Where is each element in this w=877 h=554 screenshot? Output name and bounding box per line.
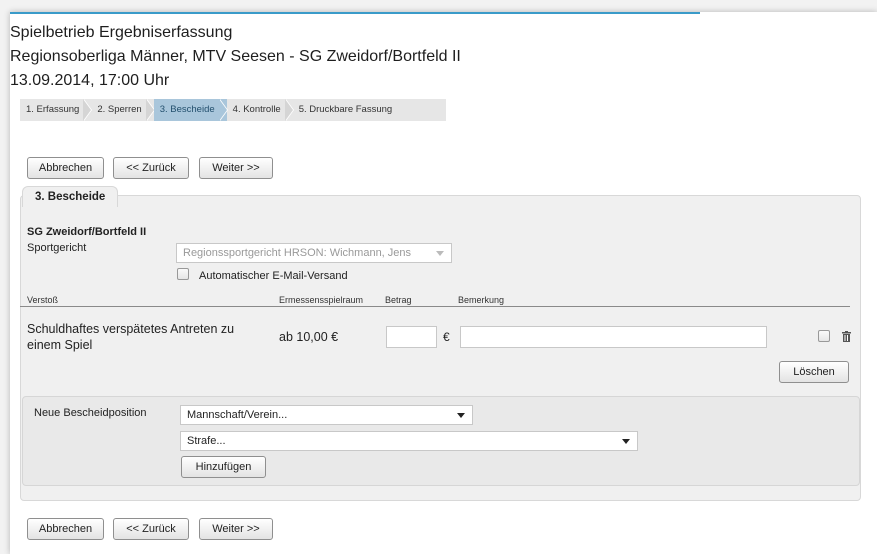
cancel-button-bottom[interactable]: Abbrechen	[27, 518, 104, 540]
delete-button[interactable]: Löschen	[779, 361, 849, 383]
step-kontrolle[interactable]: 4. Kontrolle	[227, 99, 294, 121]
add-button[interactable]: Hinzufügen	[181, 456, 266, 478]
next-button-top[interactable]: Weiter >>	[199, 157, 273, 179]
table-header-divider	[20, 306, 850, 307]
auto-email-label: Automatischer E-Mail-Versand	[199, 270, 348, 282]
step-druckbare-fassung[interactable]: 5. Druckbare Fassung	[293, 99, 404, 121]
back-button-bottom[interactable]: << Zurück	[113, 518, 189, 540]
chevron-down-icon	[457, 413, 465, 418]
next-button-bottom[interactable]: Weiter >>	[199, 518, 273, 540]
team-select[interactable]: Mannschaft/Verein...	[180, 405, 473, 425]
discretion-value: ab 10,00 €	[279, 330, 339, 344]
auto-email-checkbox[interactable]	[177, 268, 189, 280]
top-accent-line	[10, 12, 700, 14]
col-header-violation: Verstoß	[27, 295, 59, 305]
row-select-checkbox[interactable]	[818, 330, 830, 342]
step-sperren[interactable]: 2. Sperren	[91, 99, 156, 121]
court-label: Sportgericht	[27, 242, 87, 254]
remark-input[interactable]	[460, 326, 767, 348]
violation-text-line1: Schuldhaftes verspätetes Antreten zu	[27, 322, 235, 336]
violation-text-line2: einem Spiel	[27, 338, 93, 352]
court-select[interactable]: Regionssportgericht HRSON: Wichmann, Jen…	[176, 243, 452, 263]
wizard-steps: 1. Erfassung 2. Sperren 3. Bescheide 4. …	[20, 99, 446, 121]
col-header-remark: Bemerkung	[458, 295, 505, 305]
panel-tab-bescheide: 3. Bescheide	[22, 186, 119, 207]
amount-input[interactable]	[386, 326, 437, 348]
currency-symbol: €	[443, 330, 450, 344]
step-erfassung[interactable]: 1. Erfassung	[20, 99, 93, 121]
match-datetime: 13.09.2014, 17:00 Uhr	[10, 72, 170, 89]
cancel-button-top[interactable]: Abbrechen	[27, 157, 104, 179]
page-title: Spielbetrieb Ergebniserfassung	[10, 24, 233, 41]
back-button-top[interactable]: << Zurück	[113, 157, 189, 179]
match-title: Regionsoberliga Männer, MTV Seesen - SG …	[10, 48, 461, 65]
trash-icon[interactable]	[842, 331, 851, 342]
new-position-label: Neue Bescheidposition	[34, 407, 147, 419]
step-bescheide[interactable]: 3. Bescheide	[153, 99, 228, 121]
chevron-down-icon	[622, 439, 630, 444]
chevron-down-icon	[436, 251, 444, 256]
col-header-discretion: Ermessensspielraum	[279, 295, 364, 305]
penalty-select[interactable]: Strafe...	[180, 431, 638, 451]
col-header-amount: Betrag	[385, 295, 412, 305]
team-name: SG Zweidorf/Bortfeld II	[27, 226, 147, 238]
